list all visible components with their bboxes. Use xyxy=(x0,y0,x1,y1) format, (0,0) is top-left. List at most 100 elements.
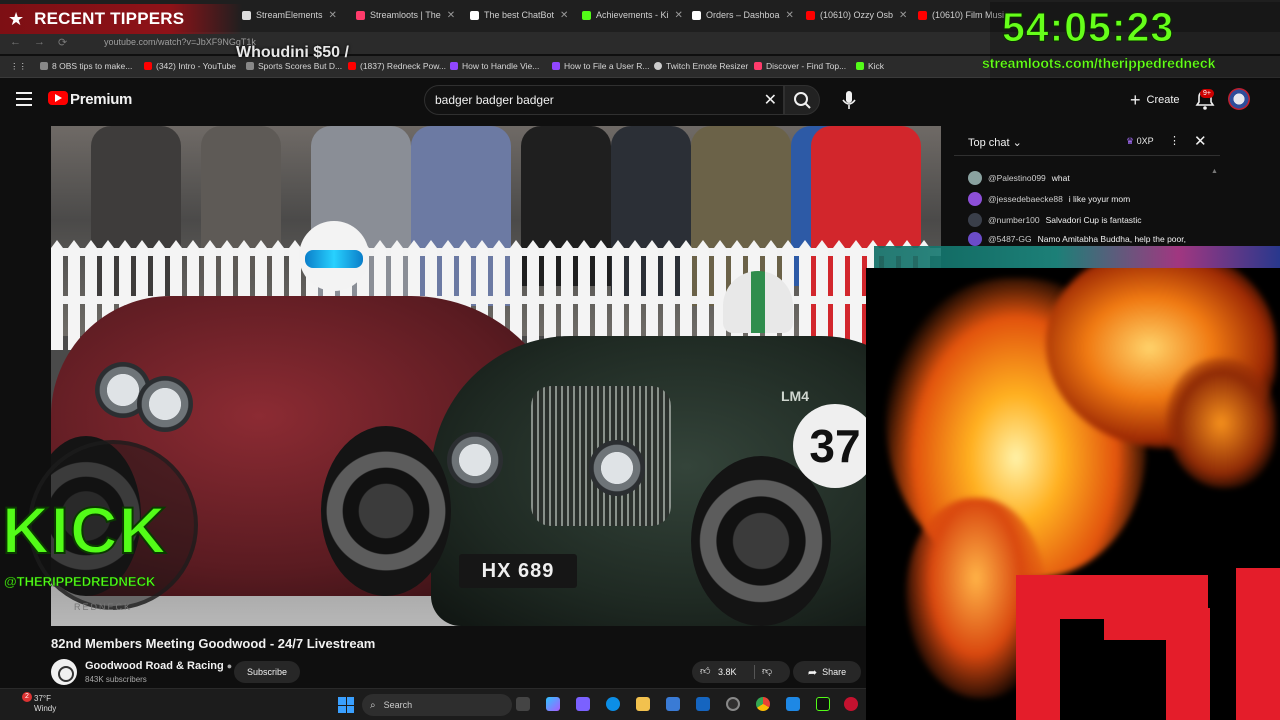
chat-mode-dropdown[interactable]: Top chat ⌄ xyxy=(968,136,1022,149)
chat-avatar[interactable] xyxy=(968,232,982,246)
youtube-icon xyxy=(144,62,152,70)
tab-achievements[interactable]: Achievements - Ki ✕ xyxy=(578,4,686,26)
fence-picket xyxy=(595,240,607,350)
xp-badge[interactable]: ♛ 0XP xyxy=(1126,136,1154,147)
obs-icon[interactable] xyxy=(726,697,740,711)
tipper-entry: Whoudini $50 / xyxy=(236,44,349,61)
globe-icon xyxy=(654,62,662,70)
fence-picket xyxy=(816,240,828,350)
weather-badge: 2 xyxy=(22,692,32,702)
tab-orders[interactable]: Orders – Dashboa ✕ xyxy=(688,4,798,26)
discover-icon xyxy=(754,62,762,70)
youtube-icon xyxy=(348,62,356,70)
headlamp xyxy=(447,432,503,488)
tab-chatbot[interactable]: The best ChatBot ✕ xyxy=(466,4,576,26)
clear-search-icon[interactable]: ✕ xyxy=(764,90,777,110)
bookmark-sports-scores[interactable]: Sports Scores But D... xyxy=(246,61,342,71)
menu-icon[interactable] xyxy=(16,92,32,106)
forward-icon[interactable]: → xyxy=(34,36,45,48)
close-icon[interactable]: ✕ xyxy=(899,10,907,21)
copilot-icon[interactable] xyxy=(546,697,560,711)
chat-scrollbar[interactable]: ▲ xyxy=(1211,160,1218,246)
search-icon xyxy=(794,92,811,109)
close-icon[interactable]: ✕ xyxy=(675,10,683,21)
bookmark-icon xyxy=(246,62,254,70)
bookmark-intro[interactable]: (342) Intro - YouTube xyxy=(144,61,236,71)
twitch-icon xyxy=(450,62,458,70)
thumbs-up-icon[interactable]: 👍︎ xyxy=(700,665,710,677)
bookmark-handle-viewers[interactable]: How to Handle Vie... xyxy=(450,61,539,71)
close-icon[interactable]: ✕ xyxy=(560,10,568,21)
app-icon[interactable] xyxy=(844,697,858,711)
diamond-icon xyxy=(470,10,479,20)
windows-start-icon[interactable] xyxy=(338,697,354,713)
video-title: 82nd Members Meeting Goodwood - 24/7 Liv… xyxy=(51,636,376,651)
chat-message: @number100 Salvadori Cup is fantastic xyxy=(968,213,1142,227)
thumbs-down-icon[interactable]: 👎︎ xyxy=(762,665,772,677)
youtube-icon xyxy=(918,10,927,20)
app-icon[interactable] xyxy=(786,697,800,711)
fence-picket xyxy=(697,240,709,350)
like-count: 3.8K xyxy=(718,667,737,677)
youtube-premium-label[interactable]: Premium xyxy=(70,91,132,108)
chrome-icon[interactable] xyxy=(756,697,770,711)
edge-icon[interactable] xyxy=(606,697,620,711)
store-icon[interactable] xyxy=(666,697,680,711)
fence-picket xyxy=(663,240,675,350)
voice-search-button[interactable] xyxy=(834,85,864,115)
fence-picket xyxy=(544,240,556,350)
chat-message: @Palestino099 what xyxy=(968,171,1070,185)
share-button[interactable]: ➦ Share xyxy=(793,661,861,683)
fence-picket xyxy=(629,240,641,350)
youtube-header: Premium badger badger badger ✕ + Create 9… xyxy=(0,80,1280,120)
tab-youtube-ozzy[interactable]: (10610) Ozzy Osb ✕ xyxy=(802,4,912,26)
tab-streamelements[interactable]: StreamElements ✕ xyxy=(238,4,348,26)
bookmark-emote-resizer[interactable]: Twitch Emote Resizer xyxy=(654,61,748,71)
task-view-icon[interactable] xyxy=(516,697,530,711)
teams-icon[interactable] xyxy=(576,697,590,711)
taskbar-search[interactable]: ⌕ Search xyxy=(362,694,512,716)
search-query: badger badger badger xyxy=(435,93,554,107)
fence-picket xyxy=(680,240,692,350)
bookmark-obs-tips[interactable]: 8 OBS tips to make... xyxy=(40,61,132,71)
bookmark-redneck[interactable]: (1837) Redneck Pow... xyxy=(348,61,446,71)
search-button[interactable] xyxy=(784,85,820,115)
file-explorer-icon[interactable] xyxy=(636,697,650,711)
fence-picket xyxy=(833,240,845,350)
close-icon[interactable]: ✕ xyxy=(447,10,455,21)
chat-avatar[interactable] xyxy=(968,192,982,206)
apps-icon[interactable]: ⋮⋮ xyxy=(10,61,27,72)
reload-icon[interactable]: ⟳ xyxy=(58,36,67,49)
bookmark-file-report[interactable]: How to File a User R... xyxy=(552,61,650,71)
orders-icon xyxy=(692,10,701,20)
weather-widget[interactable]: 2 37°F Windy xyxy=(22,692,56,714)
url-field[interactable]: youtube.com/watch?v=JbXF9NGgT1k xyxy=(104,37,256,47)
channel-avatar[interactable] xyxy=(51,659,77,685)
close-icon[interactable]: ✕ xyxy=(786,10,794,21)
crown-icon: ♛ xyxy=(1126,136,1135,146)
fence-picket xyxy=(527,240,539,350)
car-number-roundel: 37 xyxy=(793,404,877,488)
channel-name[interactable]: Goodwood Road & Racing ● xyxy=(85,660,232,672)
app-icon[interactable] xyxy=(816,697,830,711)
subscribe-button[interactable]: Subscribe xyxy=(234,661,300,683)
youtube-logo-icon[interactable] xyxy=(48,91,68,105)
timer-clock: 54:05:23 xyxy=(1001,4,1175,51)
bookmark-discover[interactable]: Discover - Find Top... xyxy=(754,61,846,71)
plus-icon: + xyxy=(1130,89,1141,110)
search-input[interactable]: badger badger badger ✕ xyxy=(424,85,784,115)
bookmark-kick[interactable]: Kick xyxy=(856,61,884,71)
close-icon[interactable]: ✕ xyxy=(329,10,337,21)
back-icon[interactable]: ← xyxy=(10,36,21,48)
streamelements-icon xyxy=(242,10,251,20)
like-dislike-bar: 👍︎ 3.8K 👎︎ xyxy=(692,661,790,683)
create-button[interactable]: + Create xyxy=(1120,86,1190,114)
tab-streamloots[interactable]: Streamloots | The ✕ xyxy=(352,4,464,26)
account-avatar[interactable] xyxy=(1228,88,1250,110)
outlook-icon[interactable] xyxy=(696,697,710,711)
chat-avatar[interactable] xyxy=(968,171,982,185)
more-options-icon[interactable]: ⋮ xyxy=(1169,134,1180,147)
close-chat-icon[interactable]: ✕ xyxy=(1194,132,1207,150)
chat-avatar[interactable] xyxy=(968,213,982,227)
fire-overlay-video xyxy=(866,268,1280,720)
